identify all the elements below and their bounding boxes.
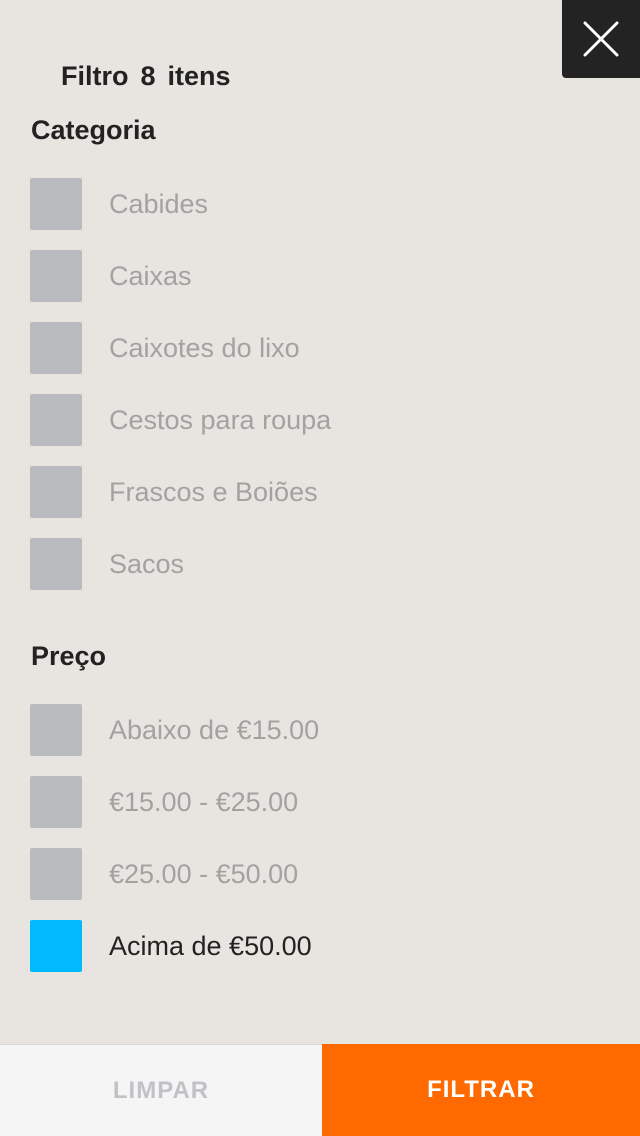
checkbox[interactable] bbox=[30, 322, 82, 374]
category-section-title: Categoria bbox=[31, 115, 156, 145]
clear-button[interactable]: LIMPAR bbox=[0, 1044, 322, 1136]
checkbox[interactable] bbox=[30, 394, 82, 446]
category-option-caixotes-do-lixo[interactable]: Caixotes do lixo bbox=[30, 322, 610, 374]
price-option-above-50[interactable]: Acima de €50.00 bbox=[30, 920, 610, 972]
checkbox[interactable] bbox=[30, 704, 82, 756]
category-option-frascos-e-boioes[interactable]: Frascos e Boiões bbox=[30, 466, 610, 518]
result-count-suffix: itens bbox=[167, 61, 231, 91]
checkbox[interactable] bbox=[30, 466, 82, 518]
option-label: Cabides bbox=[109, 188, 209, 219]
option-label: Caixas bbox=[109, 260, 192, 291]
category-option-cabides[interactable]: Cabides bbox=[30, 178, 610, 230]
category-option-sacos[interactable]: Sacos bbox=[30, 538, 610, 590]
option-label: Sacos bbox=[109, 548, 185, 579]
close-icon bbox=[583, 21, 619, 57]
option-label: Frascos e Boiões bbox=[109, 476, 318, 507]
option-label: Abaixo de €15.00 bbox=[109, 714, 320, 745]
checkbox[interactable] bbox=[30, 776, 82, 828]
price-option-15-25[interactable]: €15.00 - €25.00 bbox=[30, 776, 610, 828]
category-option-caixas[interactable]: Caixas bbox=[30, 250, 610, 302]
option-label: Acima de €50.00 bbox=[109, 930, 312, 961]
option-label: Caixotes do lixo bbox=[109, 332, 300, 363]
option-label: Cestos para roupa bbox=[109, 404, 332, 435]
apply-filter-button[interactable]: FILTRAR bbox=[322, 1044, 640, 1136]
price-section-title: Preço bbox=[31, 641, 107, 671]
checkbox[interactable] bbox=[30, 250, 82, 302]
filter-title: Filtro 8 itens bbox=[31, 30, 231, 123]
checkbox-checked[interactable] bbox=[30, 920, 82, 972]
category-option-cestos-para-roupa[interactable]: Cestos para roupa bbox=[30, 394, 610, 446]
filter-header: Filtro 8 itens bbox=[0, 0, 640, 96]
filter-title-label: Filtro bbox=[61, 61, 129, 91]
checkbox[interactable] bbox=[30, 848, 82, 900]
close-button[interactable] bbox=[562, 0, 640, 78]
checkbox[interactable] bbox=[30, 178, 82, 230]
price-option-below-15[interactable]: Abaixo de €15.00 bbox=[30, 704, 610, 756]
checkbox[interactable] bbox=[30, 538, 82, 590]
option-label: €25.00 - €50.00 bbox=[109, 858, 299, 889]
filter-footer: LIMPAR FILTRAR bbox=[0, 1044, 640, 1136]
price-option-25-50[interactable]: €25.00 - €50.00 bbox=[30, 848, 610, 900]
option-label: €15.00 - €25.00 bbox=[109, 786, 299, 817]
result-count: 8 bbox=[140, 61, 156, 91]
